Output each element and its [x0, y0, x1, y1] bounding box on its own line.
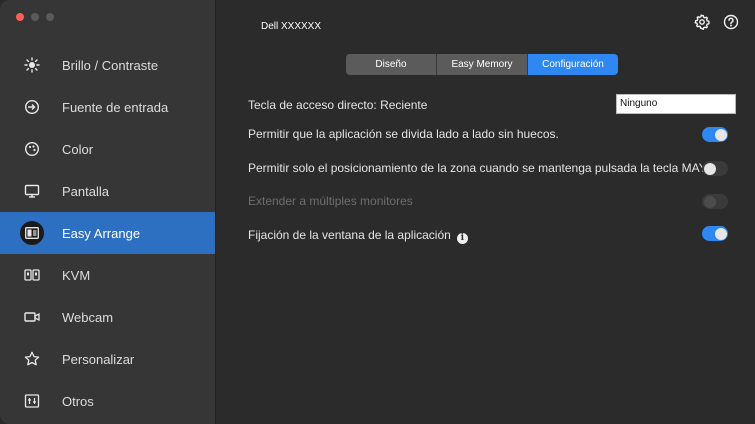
sidebar-nav: Brillo / Contraste Fuente de entrada Col…	[0, 44, 215, 422]
color-palette-icon	[24, 141, 40, 157]
sidebar-item-label: Easy Arrange	[62, 225, 141, 241]
kvm-icon	[24, 267, 40, 283]
info-icon[interactable]: i	[456, 233, 468, 244]
shift-toggle[interactable]	[702, 161, 728, 176]
app-window: Brillo / Contraste Fuente de entrada Col…	[0, 0, 755, 424]
snap-toggle[interactable]	[702, 127, 728, 142]
main-panel: Dell XXXXXX Diseño Easy Memory Configura…	[216, 0, 755, 424]
brightness-icon	[24, 57, 40, 73]
close-window-button[interactable]	[16, 13, 24, 21]
gear-icon[interactable]	[694, 14, 710, 35]
pin-setting-label: Fijación de la ventana de la aplicación	[248, 228, 451, 242]
toggle-knob	[714, 227, 727, 240]
sidebar-item-label: KVM	[62, 267, 91, 283]
sidebar-item-label: Webcam	[62, 309, 114, 325]
snap-setting-label: Permitir que la aplicación se divida lad…	[248, 127, 559, 141]
zoom-window-button[interactable]	[46, 13, 54, 21]
help-icon[interactable]	[723, 14, 739, 35]
toggle-knob	[703, 195, 716, 208]
sidebar-item-label: Otros	[62, 393, 94, 409]
monitor-icon	[24, 183, 40, 199]
toggle-knob	[703, 162, 716, 175]
sidebar-item-fuente-de-entrada[interactable]: Fuente de entrada	[0, 86, 215, 128]
sidebar-item-label: Brillo / Contraste	[62, 57, 159, 73]
sidebar-item-color[interactable]: Color	[0, 128, 215, 170]
pin-setting-row: Fijación de la ventana de la aplicación i	[248, 228, 468, 244]
tab-bar: Diseño Easy Memory Configuración	[346, 54, 618, 75]
input-source-icon	[24, 99, 40, 115]
hotkey-input[interactable]: Ninguno	[616, 94, 736, 114]
toggle-knob	[714, 128, 727, 141]
sidebar: Brillo / Contraste Fuente de entrada Col…	[0, 0, 216, 424]
sidebar-item-otros[interactable]: Otros	[0, 380, 215, 422]
minimize-window-button[interactable]	[31, 13, 39, 21]
easy-arrange-icon	[20, 221, 44, 245]
webcam-icon	[24, 309, 40, 325]
extend-toggle	[702, 194, 728, 209]
sidebar-item-kvm[interactable]: KVM	[0, 254, 215, 296]
sidebar-item-webcam[interactable]: Webcam	[0, 296, 215, 338]
tab-configuracion[interactable]: Configuración	[528, 54, 618, 75]
hotkey-label: Tecla de acceso directo: Reciente	[248, 98, 428, 112]
sidebar-item-label: Color	[62, 141, 94, 157]
tab-easy-memory[interactable]: Easy Memory	[437, 54, 528, 75]
shift-setting-label: Permitir solo el posicionamiento de la z…	[248, 161, 724, 175]
sidebar-item-easy-arrange[interactable]: Easy Arrange	[0, 212, 215, 254]
sidebar-item-pantalla[interactable]: Pantalla	[0, 170, 215, 212]
star-icon	[24, 351, 40, 367]
sidebar-item-brillo-contraste[interactable]: Brillo / Contraste	[0, 44, 215, 86]
window-title: Dell XXXXXX	[261, 21, 322, 32]
tab-diseno[interactable]: Diseño	[346, 54, 437, 75]
extend-setting-label: Extender a múltiples monitores	[248, 194, 413, 208]
sidebar-item-label: Fuente de entrada	[62, 99, 169, 115]
pin-toggle[interactable]	[702, 226, 728, 241]
window-controls	[16, 13, 54, 21]
sidebar-item-personalizar[interactable]: Personalizar	[0, 338, 215, 380]
sidebar-item-label: Pantalla	[62, 183, 109, 199]
sidebar-item-label: Personalizar	[62, 351, 135, 367]
others-icon	[24, 393, 40, 409]
header-actions	[694, 14, 739, 35]
